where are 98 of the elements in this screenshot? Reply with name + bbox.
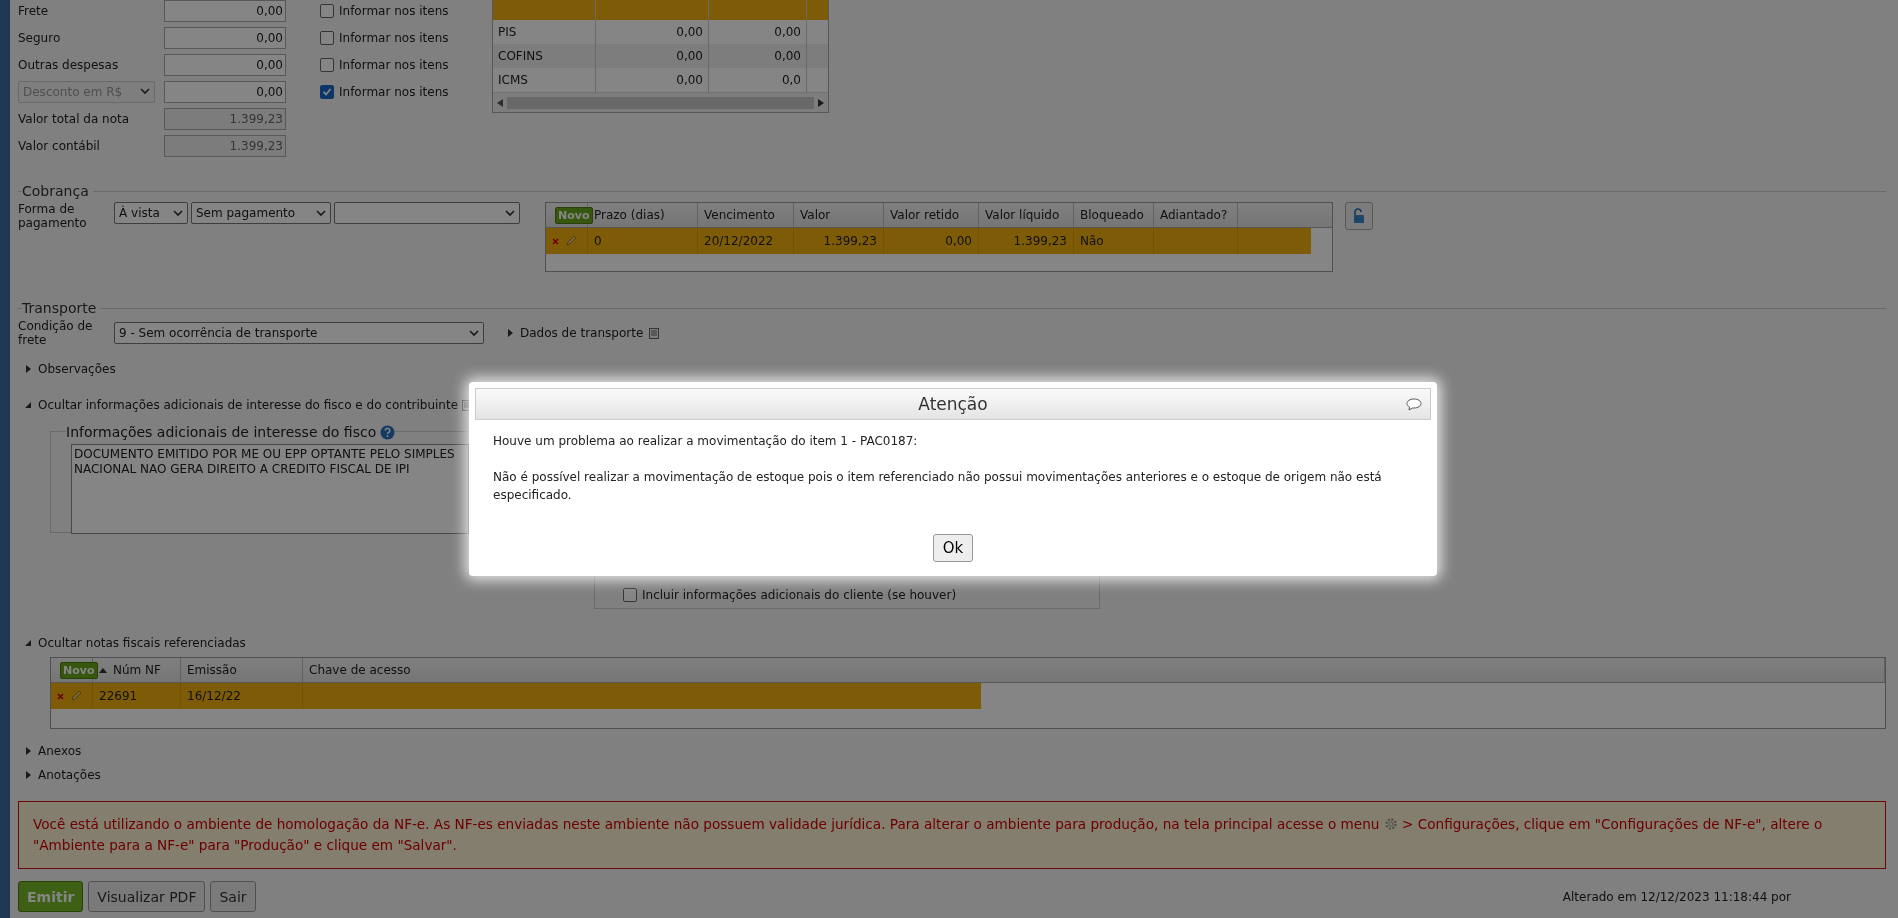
collapse-icon[interactable] <box>24 401 32 409</box>
checkbox[interactable] <box>320 30 334 45</box>
dialog-message: Houve um problema ao realizar a movimentação do item 1 - PAC0187: <box>493 433 919 450</box>
table-cell: COFINS <box>498 49 543 64</box>
table-cell-text: 1.399,23 <box>1013 233 1067 250</box>
payment-select[interactable]: Sem pagamento <box>191 202 331 224</box>
payment-select[interactable] <box>334 202 520 224</box>
checkbox-label: Informar nos itens <box>339 84 449 99</box>
ok-button[interactable]: Ok <box>932 534 974 562</box>
field-label: Valor contábil <box>18 138 101 153</box>
field-label: Seguro <box>18 30 62 45</box>
checkbox[interactable] <box>623 588 637 602</box>
link[interactable]: Dados de transporte <box>520 326 644 340</box>
column-header[interactable]: Bloqueado <box>1074 203 1154 227</box>
table-row[interactable]: COFINS 0,00 0,00 <box>493 44 828 69</box>
table-cell: 0,00 <box>676 73 703 88</box>
action-button[interactable]: Sair <box>210 881 256 912</box>
document-icon[interactable] <box>649 327 660 339</box>
table-cell-text: 0,00 <box>945 233 972 250</box>
horizontal-scrollbar[interactable] <box>493 92 828 112</box>
chevron-down-icon <box>173 209 183 217</box>
table-cell-text: 20/12/2022 <box>704 233 774 250</box>
table-cell: 0,00 <box>774 25 801 40</box>
checkbox[interactable] <box>320 57 334 72</box>
checkbox[interactable] <box>320 3 334 18</box>
input-field[interactable]: 0,00 <box>164 26 286 49</box>
column-header[interactable]: Emissão <box>181 658 303 682</box>
column-header[interactable]: Núm NF <box>93 658 181 682</box>
table-row[interactable]: 22691 16/12/22 <box>51 683 981 709</box>
section-toggle[interactable]: Anotações <box>38 768 101 782</box>
text-area[interactable]: DOCUMENTO EMITIDO POR ME OU EPP OPTANTE PELO SIMPLES NACIONAL NAO GERA DIREITO A CREDITO FISCAL DE IPI <box>71 444 469 534</box>
field-label: Forma de pagamento <box>18 202 88 230</box>
expand-icon[interactable] <box>24 365 32 373</box>
table-cell-text: 1.399,23 <box>823 233 877 250</box>
expand-icon[interactable] <box>506 329 514 337</box>
pencil-icon[interactable] <box>70 690 82 702</box>
field-label: Frete <box>18 3 50 18</box>
column-header[interactable]: Chave de acesso <box>303 658 1885 682</box>
collapse-icon[interactable] <box>24 639 32 647</box>
field-label: Valor total da nota <box>18 111 131 126</box>
table-cell: 0,00 <box>676 49 703 64</box>
dialog-title: Atenção <box>918 394 988 414</box>
chevron-down-icon <box>505 209 515 217</box>
section-toggle[interactable]: Anexos <box>38 744 82 758</box>
section-toggle[interactable]: Observações <box>38 362 116 376</box>
sort-up-icon[interactable] <box>99 667 107 673</box>
checkbox-label: Informar nos itens <box>339 30 449 45</box>
chevron-down-icon <box>316 209 326 217</box>
chevron-down-icon <box>469 329 479 337</box>
table-cell: PIS <box>498 25 517 40</box>
column-header[interactable]: Vencimento <box>698 203 794 227</box>
fieldset-legend: Informações adicionais de interesse do fisco <box>66 424 377 440</box>
delete-icon[interactable] <box>57 692 64 700</box>
table-cell-text: 16/12/22 <box>187 688 241 705</box>
column-header[interactable]: Valor <box>794 203 884 227</box>
section-toggle[interactable]: Ocultar informações adicionais de interesse do fisco e do contribuinte <box>38 398 459 412</box>
section-toggle[interactable]: Ocultar notas fiscais referenciadas <box>38 636 246 650</box>
gear-icon[interactable] <box>1383 817 1398 831</box>
padlock-icon <box>1351 208 1367 224</box>
freight-select[interactable]: 9 - Sem ocorrência de transporte <box>114 322 484 344</box>
checkbox-label: Informar nos itens <box>339 3 449 18</box>
delete-icon[interactable] <box>552 237 559 245</box>
field-label: Outras despesas <box>18 57 120 72</box>
modified-info: Alterado em 12/12/2023 11:18:44 por <box>1562 889 1791 904</box>
readonly-field: 1.399,23 <box>164 107 286 130</box>
checkbox-label: Incluir informações adicionais do cliente (se houver) <box>642 588 957 602</box>
payment-select[interactable]: À vista <box>114 202 188 224</box>
field-label: Condição de frete <box>18 319 94 347</box>
table-cell-text: 0 <box>594 233 602 250</box>
speech-bubble-icon[interactable] <box>1406 397 1422 411</box>
help-icon[interactable] <box>380 424 396 440</box>
scroll-left-icon[interactable] <box>497 98 503 107</box>
table-cell-text: 22691 <box>99 688 138 705</box>
chevron-down-icon <box>140 88 150 95</box>
table-row[interactable]: 0 20/12/2022 1.399,23 0,00 1.399,23 Não <box>546 228 1311 254</box>
readonly-field: 1.399,23 <box>164 134 286 157</box>
input-field[interactable]: 0,00 <box>164 53 286 76</box>
column-header[interactable]: Adiantado? <box>1154 203 1238 227</box>
action-button[interactable]: Visualizar PDF <box>88 881 206 912</box>
dialog-message: Não é possível realizar a movimentação de estoque pois o item referenciado não possui movimentações anteriores e o estoque de origem não está especificado. <box>493 469 1383 504</box>
table-cell-text: Não <box>1080 233 1104 250</box>
expand-icon[interactable] <box>24 771 32 779</box>
pencil-icon[interactable] <box>565 235 577 247</box>
table-cell: 0,00 <box>774 49 801 64</box>
table-cell: 0,0 <box>781 73 801 88</box>
section-title: Cobrança <box>22 183 93 199</box>
column-header[interactable]: Valor retido <box>884 203 979 227</box>
column-header[interactable]: Valor líquido <box>979 203 1074 227</box>
table-cell: 0,00 <box>676 25 703 40</box>
warning-message: Você está utilizando o ambiente de homologação da NF-e. As NF-es enviadas neste ambiente não possuem validade jurídica. Para alterar o ambiente para produção, na tela principal acesse o menu > Configurações, clique em "Configurações de NF-e", altere o "Ambiente para a NF-e" para "Produção" e clique em "Salvar". <box>18 801 1886 869</box>
scroll-right-icon[interactable] <box>818 98 824 107</box>
lock-button[interactable] <box>1345 202 1373 230</box>
expand-icon[interactable] <box>24 747 32 755</box>
checkbox-label: Informar nos itens <box>339 57 449 72</box>
table-cell: ICMS <box>498 73 528 88</box>
section-title: Transporte <box>22 300 101 316</box>
column-header[interactable]: Prazo (dias) <box>588 203 698 227</box>
input-field[interactable]: 0,00 <box>164 0 286 22</box>
